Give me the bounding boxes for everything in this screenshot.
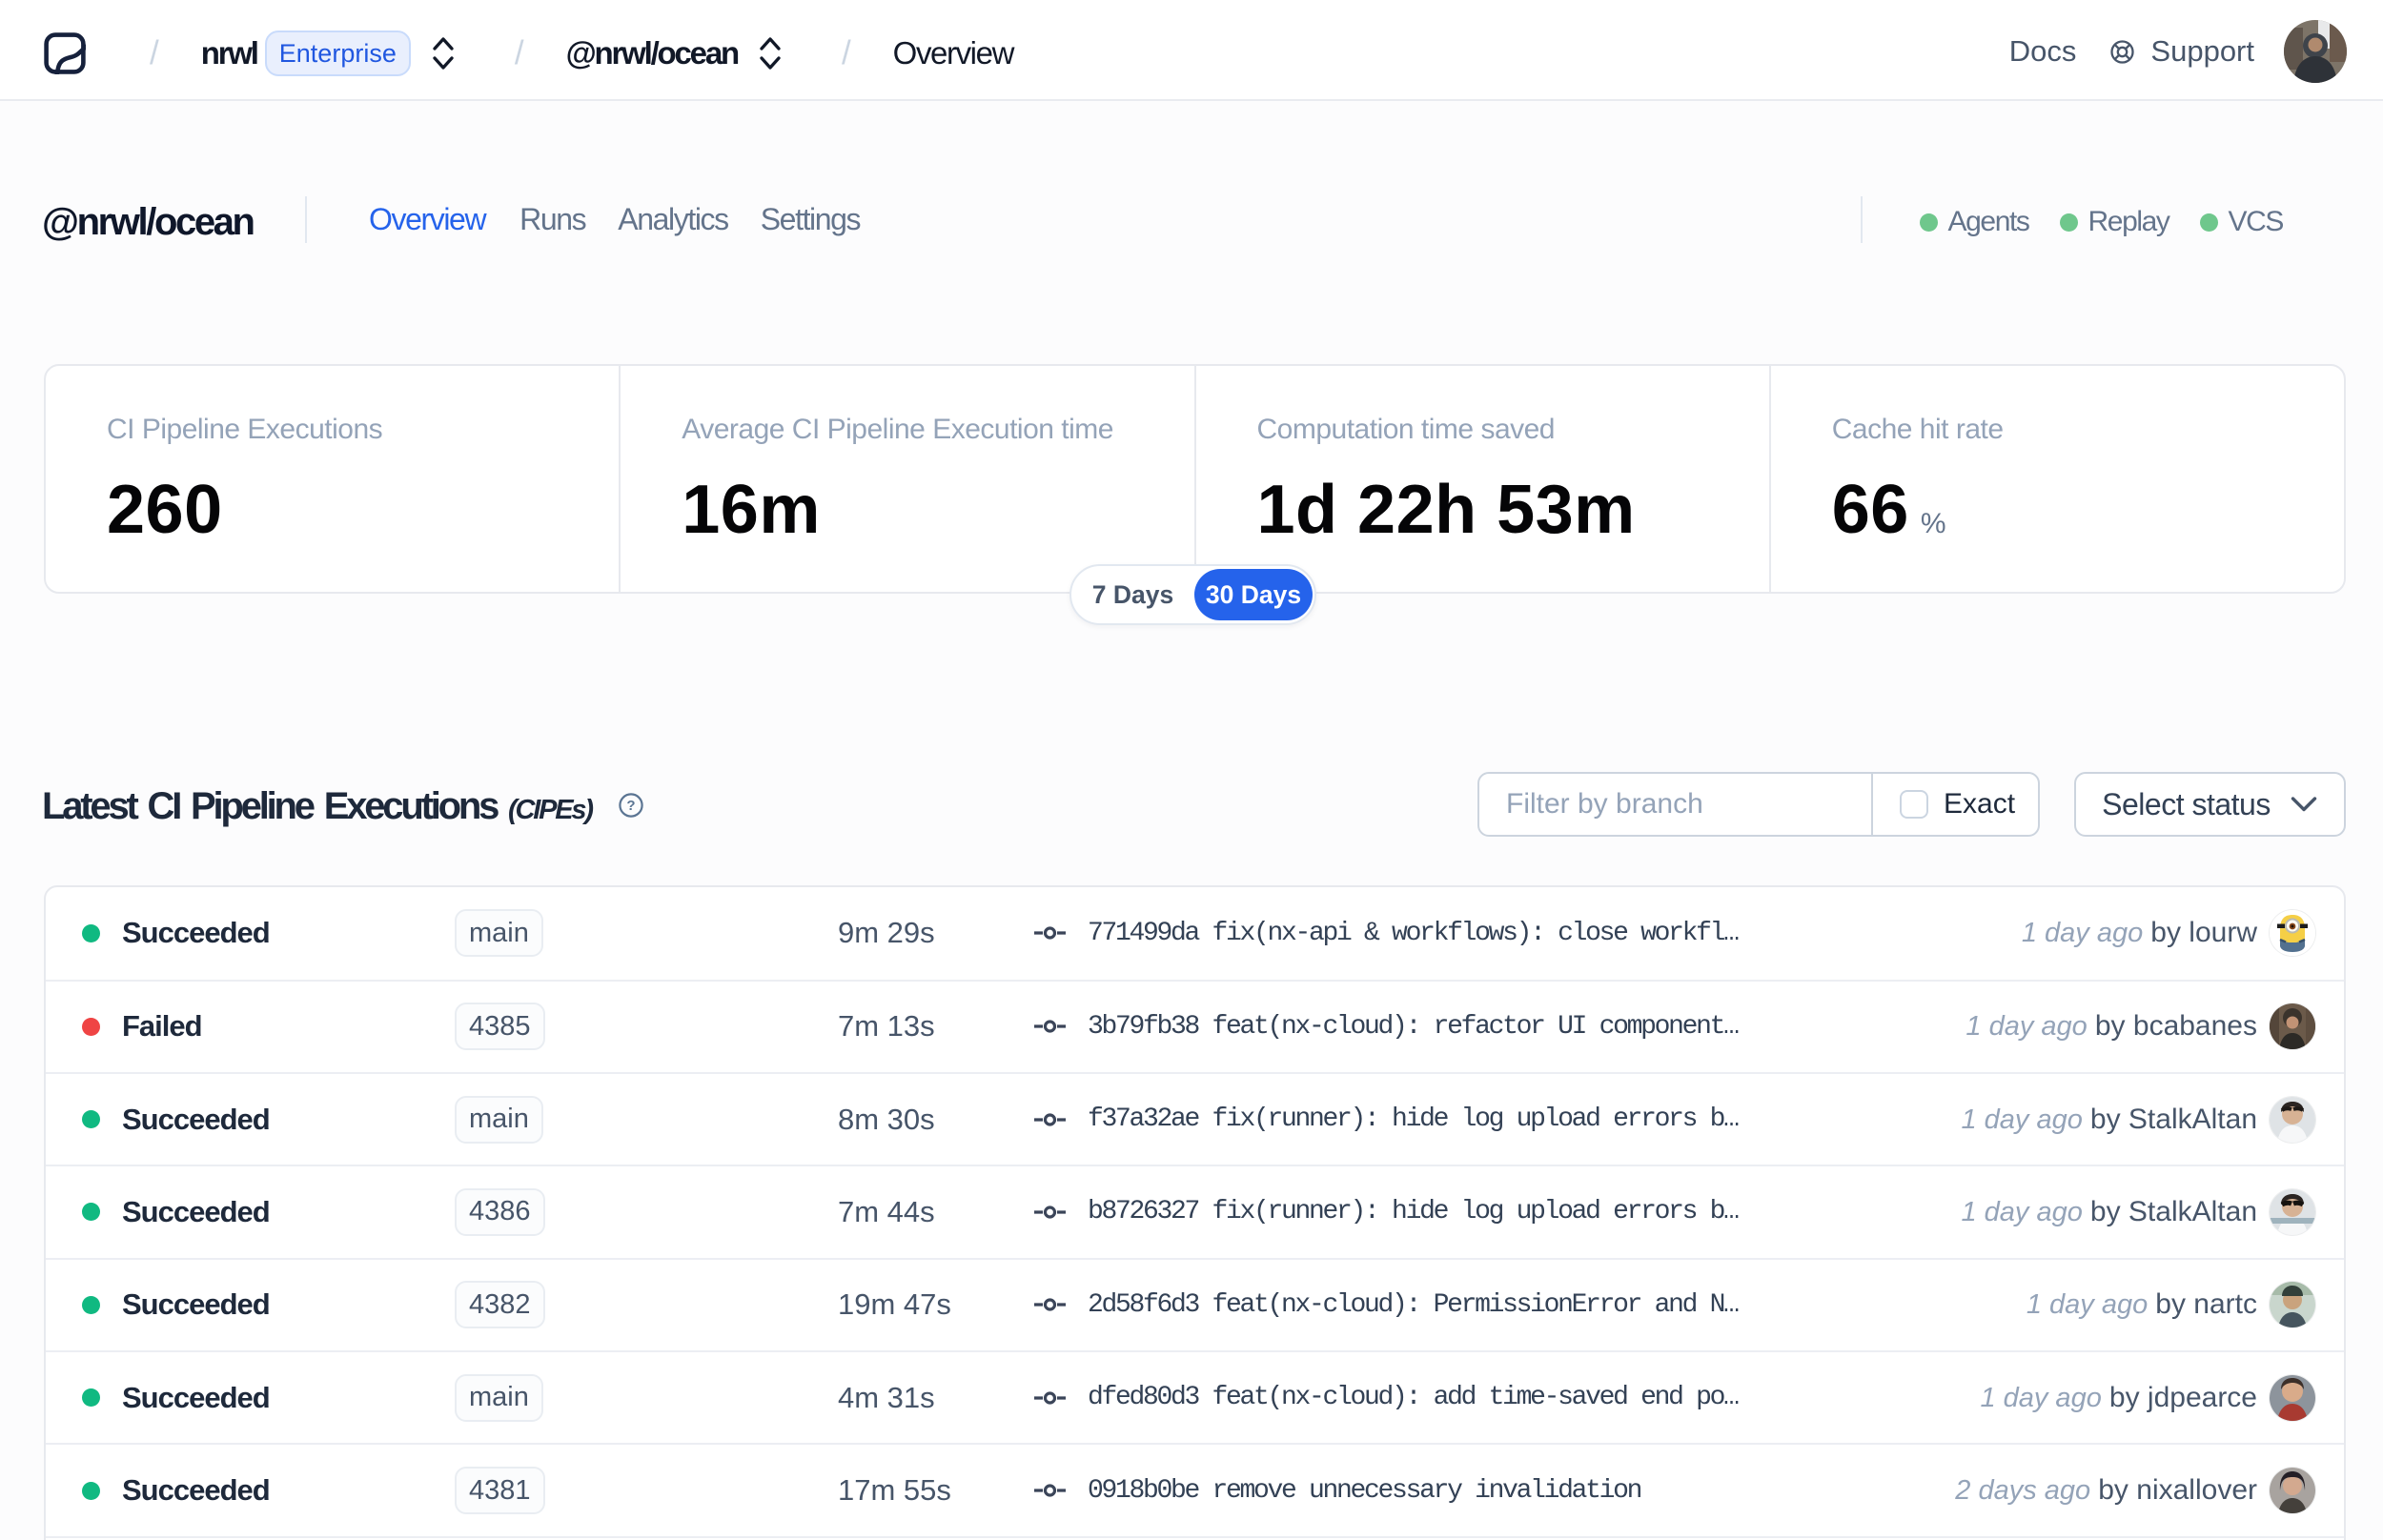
- svg-text:?: ?: [626, 798, 635, 814]
